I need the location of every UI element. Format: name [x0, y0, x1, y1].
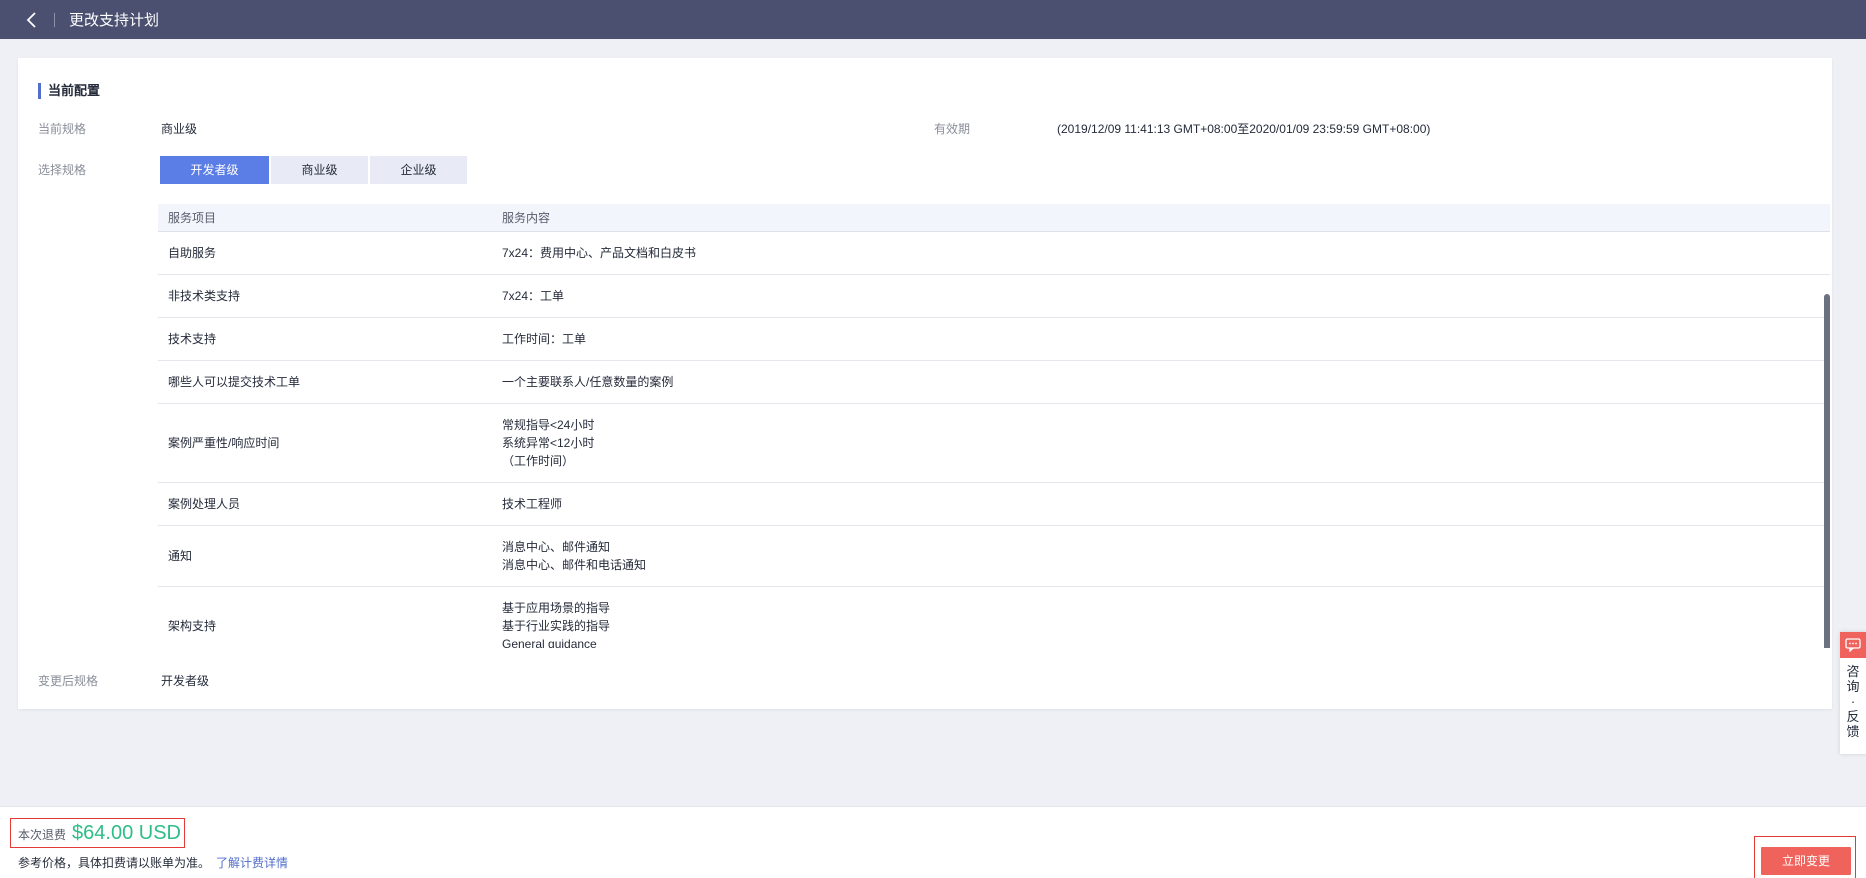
table-header: 服务项目 服务内容 [158, 204, 1830, 232]
row-content: 常规指导<24小时 系统异常<12小时 （工作时间） [492, 416, 1818, 470]
row-content: 7x24：费用中心、产品文档和白皮书 [492, 244, 1818, 262]
refund-fee-label: 本次退费 [18, 828, 67, 842]
table-row: 架构支持 基于应用场景的指导 基于行业实践的指导 General guidanc… [158, 587, 1830, 648]
consult-feedback-widget[interactable]: 咨 询 · 反 馈 [1840, 632, 1866, 754]
table-row: 自助服务 7x24：费用中心、产品文档和白皮书 [158, 232, 1830, 275]
row-content: 基于应用场景的指导 基于行业实践的指导 General guidance [492, 599, 1818, 648]
refund-fee-box: 本次退费 $64.00 USD [10, 818, 185, 848]
validity-label: 有效期 [934, 122, 971, 136]
chevron-left-icon [26, 11, 36, 28]
table-row: 通知 消息中心、邮件通知 消息中心、邮件和电话通知 [158, 526, 1830, 587]
content-line: General guidance [502, 637, 597, 648]
confirm-change-button[interactable]: 立即变更 [1761, 847, 1851, 875]
price-note: 参考价格，具体扣费请以账单为准。 了解计费详情 [18, 854, 288, 871]
row-content: 一个主要联系人/任意数量的案例 [492, 373, 1818, 391]
content-line: （工作时间） [502, 454, 575, 468]
row-content: 工作时间：工单 [492, 330, 1818, 348]
table-row: 案例处理人员 技术工程师 [158, 483, 1830, 526]
service-table: 服务项目 服务内容 自助服务 7x24：费用中心、产品文档和白皮书 非技术类支持… [158, 204, 1830, 648]
table-row: 案例严重性/响应时间 常规指导<24小时 系统异常<12小时 （工作时间） [158, 404, 1830, 483]
row-item: 非技术类支持 [168, 289, 241, 303]
vtext-char: 馈 [1846, 724, 1860, 739]
chat-icon [1840, 632, 1866, 658]
row-item: 案例严重性/响应时间 [168, 436, 280, 450]
content-line: 技术工程师 [502, 497, 563, 511]
content-line: 系统异常<12小时 [502, 436, 595, 450]
title-separator [54, 12, 55, 27]
row-item: 通知 [168, 549, 193, 563]
config-card: 当前配置 当前规格 商业级 有效期 (2019/12/09 11:41:13 G… [18, 58, 1832, 709]
table-row: 技术支持 工作时间：工单 [158, 318, 1830, 361]
row-item: 自助服务 [168, 246, 217, 260]
content-line: 7x24：费用中心、产品文档和白皮书 [502, 246, 697, 260]
validity-value: (2019/12/09 11:41:13 GMT+08:00至2020/01/0… [1057, 122, 1431, 136]
content-line: 消息中心、邮件和电话通知 [502, 558, 647, 572]
back-button[interactable] [20, 8, 44, 32]
header-service-content: 服务内容 [502, 211, 551, 225]
row-item: 案例处理人员 [168, 497, 241, 511]
row-content: 消息中心、邮件通知 消息中心、邮件和电话通知 [492, 538, 1818, 574]
row-content: 技术工程师 [492, 495, 1818, 513]
top-bar: 更改支持计划 [0, 0, 1866, 39]
table-scrollbar[interactable] [1824, 294, 1830, 648]
row-item: 哪些人可以提交技术工单 [168, 375, 301, 389]
content-line: 基于应用场景的指导 [502, 601, 611, 615]
section-title: 当前配置 [38, 83, 100, 99]
page-title: 更改支持计划 [69, 12, 160, 29]
footer-bar: 本次退费 $64.00 USD 参考价格，具体扣费请以账单为准。 了解计费详情 立… [0, 806, 1866, 878]
price-note-text: 参考价格，具体扣费请以账单为准。 [18, 856, 211, 870]
spec-tab-business[interactable]: 商业级 [271, 156, 368, 184]
content-line: 7x24：工单 [502, 289, 565, 303]
content-line: 基于行业实践的指导 [502, 619, 611, 633]
vtext-char: 咨 [1846, 664, 1860, 679]
content-line: 工作时间：工单 [502, 332, 587, 346]
changed-spec-value: 开发者级 [161, 674, 210, 688]
changed-spec-label: 变更后规格 [38, 674, 99, 688]
content-line: 常规指导<24小时 [502, 418, 595, 432]
select-spec-label: 选择规格 [38, 163, 87, 177]
billing-details-link[interactable]: 了解计费详情 [216, 856, 288, 870]
refund-fee-amount: $64.00 USD [72, 822, 181, 844]
spec-tabs: 开发者级 商业级 企业级 [160, 156, 469, 184]
content-line: 消息中心、邮件通知 [502, 540, 611, 554]
row-item: 技术支持 [168, 332, 217, 346]
current-spec-label: 当前规格 [38, 122, 87, 136]
vtext-char: · [1850, 694, 1856, 709]
confirm-highlight: 立即变更 [1754, 836, 1856, 878]
spec-tab-developer[interactable]: 开发者级 [160, 156, 269, 184]
row-item: 架构支持 [168, 619, 217, 633]
vtext-char: 询 [1846, 679, 1860, 694]
current-spec-value: 商业级 [161, 122, 198, 136]
spec-tab-enterprise[interactable]: 企业级 [370, 156, 467, 184]
row-content: 7x24：工单 [492, 287, 1818, 305]
table-row: 哪些人可以提交技术工单 一个主要联系人/任意数量的案例 [158, 361, 1830, 404]
content-line: 一个主要联系人/任意数量的案例 [502, 375, 674, 389]
header-service-item: 服务项目 [168, 211, 217, 225]
consult-feedback-text: 咨 询 · 反 馈 [1840, 658, 1866, 739]
table-row: 非技术类支持 7x24：工单 [158, 275, 1830, 318]
vtext-char: 反 [1846, 709, 1860, 724]
